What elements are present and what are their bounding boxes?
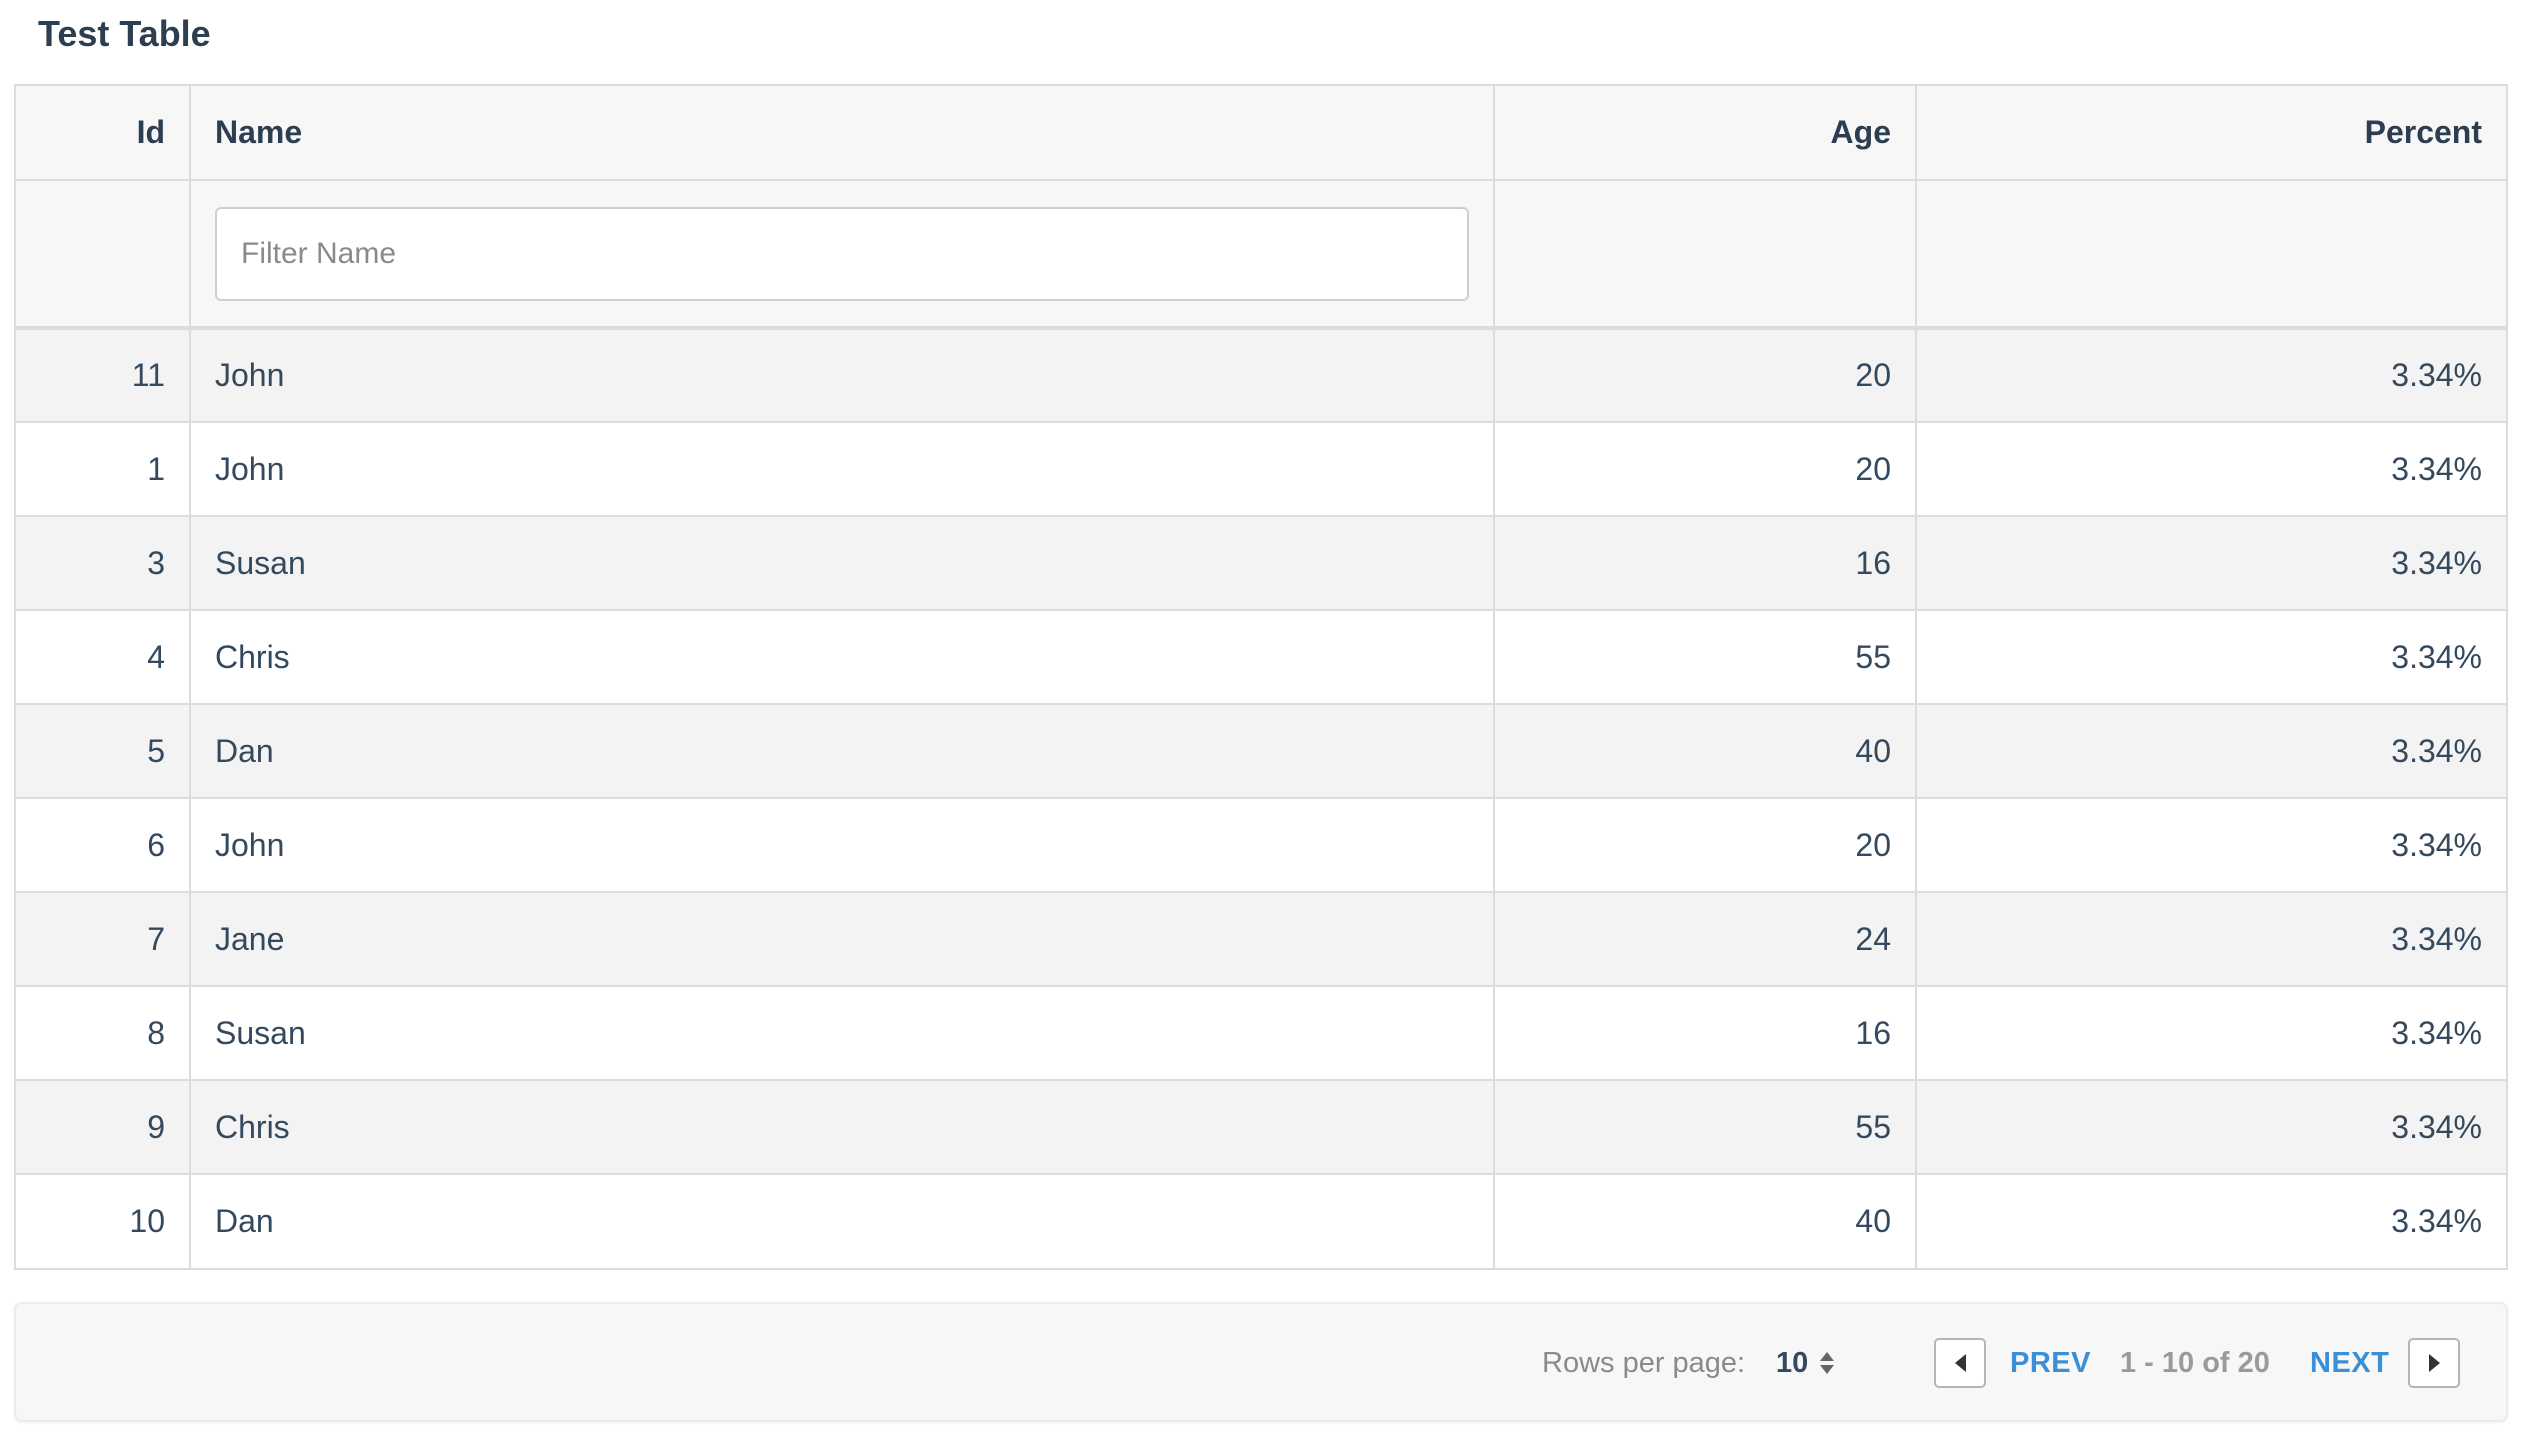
table-row[interactable]: 7 Jane 24 3.34% bbox=[16, 892, 2506, 987]
cell-percent: 3.34% bbox=[1916, 704, 2506, 799]
column-header-age[interactable]: Age bbox=[1494, 86, 1917, 181]
cell-name: John bbox=[190, 328, 1495, 423]
cell-id: 8 bbox=[16, 986, 191, 1081]
cell-name: Susan bbox=[190, 516, 1495, 611]
rows-per-page-value: 10 bbox=[1776, 1346, 1809, 1379]
cell-age: 20 bbox=[1494, 798, 1917, 893]
filter-name-input[interactable] bbox=[215, 206, 1469, 301]
page-title: Test Table bbox=[38, 13, 211, 54]
cell-percent: 3.34% bbox=[1916, 328, 2506, 423]
cell-percent: 3.34% bbox=[1916, 1080, 2506, 1175]
table-row[interactable]: 5 Dan 40 3.34% bbox=[16, 704, 2506, 799]
column-header-percent[interactable]: Percent bbox=[1916, 86, 2506, 181]
table-row[interactable]: 9 Chris 55 3.34% bbox=[16, 1080, 2506, 1175]
sort-arrows-icon bbox=[1820, 1352, 1835, 1374]
next-page-button[interactable] bbox=[2408, 1338, 2460, 1388]
cell-age: 20 bbox=[1494, 328, 1917, 423]
cell-percent: 3.34% bbox=[1916, 1174, 2506, 1268]
cell-id: 4 bbox=[16, 610, 191, 705]
cell-id: 11 bbox=[16, 328, 191, 423]
cell-name: John bbox=[190, 798, 1495, 893]
rows-per-page-select[interactable]: 10 bbox=[1776, 1338, 1835, 1388]
table-row[interactable]: 11 John 20 3.34% bbox=[16, 328, 2506, 423]
cell-name: Susan bbox=[190, 986, 1495, 1081]
column-header-name[interactable]: Name bbox=[190, 86, 1495, 181]
filter-cell-name bbox=[190, 180, 1495, 330]
prev-page-button[interactable] bbox=[1934, 1338, 1986, 1388]
cell-id: 1 bbox=[16, 422, 191, 517]
column-header-id[interactable]: Id bbox=[16, 86, 191, 181]
cell-id: 6 bbox=[16, 798, 191, 893]
table-row[interactable]: 1 John 20 3.34% bbox=[16, 422, 2506, 517]
rows-per-page-label: Rows per page: bbox=[1542, 1347, 1746, 1379]
cell-age: 40 bbox=[1494, 1174, 1917, 1268]
caret-left-icon bbox=[1954, 1354, 1966, 1372]
table-body: 11 John 20 3.34% 1 John 20 3.34% 3 Susan… bbox=[16, 328, 2506, 1268]
cell-percent: 3.34% bbox=[1916, 422, 2506, 517]
cell-age: 55 bbox=[1494, 610, 1917, 705]
table-row[interactable]: 10 Dan 40 3.34% bbox=[16, 1174, 2506, 1268]
table-row[interactable]: 6 John 20 3.34% bbox=[16, 798, 2506, 893]
cell-id: 10 bbox=[16, 1174, 191, 1268]
cell-name: Dan bbox=[190, 704, 1495, 799]
cell-age: 16 bbox=[1494, 516, 1917, 611]
cell-id: 9 bbox=[16, 1080, 191, 1175]
prev-page-link[interactable]: PREV bbox=[2010, 1342, 2091, 1384]
pagination-footer: Rows per page: 10 PREV 1 - 10 of 20 NEXT bbox=[14, 1302, 2508, 1422]
cell-id: 5 bbox=[16, 704, 191, 799]
table-row[interactable]: 3 Susan 16 3.34% bbox=[16, 516, 2506, 611]
cell-age: 24 bbox=[1494, 892, 1917, 987]
cell-name: Dan bbox=[190, 1174, 1495, 1268]
caret-right-icon bbox=[2428, 1354, 2440, 1372]
cell-age: 40 bbox=[1494, 704, 1917, 799]
cell-name: Chris bbox=[190, 1080, 1495, 1175]
next-page-link[interactable]: NEXT bbox=[2310, 1342, 2389, 1384]
cell-percent: 3.34% bbox=[1916, 798, 2506, 893]
filter-cell-percent bbox=[1916, 180, 2506, 330]
filter-cell-age bbox=[1494, 180, 1917, 330]
cell-age: 20 bbox=[1494, 422, 1917, 517]
cell-name: Chris bbox=[190, 610, 1495, 705]
table: Id Name Age Percent 11 John 20 3.34% bbox=[16, 86, 2506, 1268]
cell-percent: 3.34% bbox=[1916, 892, 2506, 987]
cell-name: John bbox=[190, 422, 1495, 517]
page-range-text: 1 - 10 of 20 bbox=[2120, 1347, 2270, 1379]
cell-percent: 3.34% bbox=[1916, 986, 2506, 1081]
cell-id: 3 bbox=[16, 516, 191, 611]
table-row[interactable]: 4 Chris 55 3.34% bbox=[16, 610, 2506, 705]
filter-cell-id bbox=[16, 180, 191, 330]
cell-percent: 3.34% bbox=[1916, 610, 2506, 705]
cell-age: 55 bbox=[1494, 1080, 1917, 1175]
cell-percent: 3.34% bbox=[1916, 516, 2506, 611]
filter-row bbox=[16, 180, 2506, 330]
header-row: Id Name Age Percent bbox=[16, 86, 2506, 181]
table-row[interactable]: 8 Susan 16 3.34% bbox=[16, 986, 2506, 1081]
cell-name: Jane bbox=[190, 892, 1495, 987]
cell-age: 16 bbox=[1494, 986, 1917, 1081]
cell-id: 7 bbox=[16, 892, 191, 987]
data-table: Id Name Age Percent 11 John 20 3.34% bbox=[14, 84, 2508, 1270]
table-header: Id Name Age Percent bbox=[16, 86, 2506, 330]
